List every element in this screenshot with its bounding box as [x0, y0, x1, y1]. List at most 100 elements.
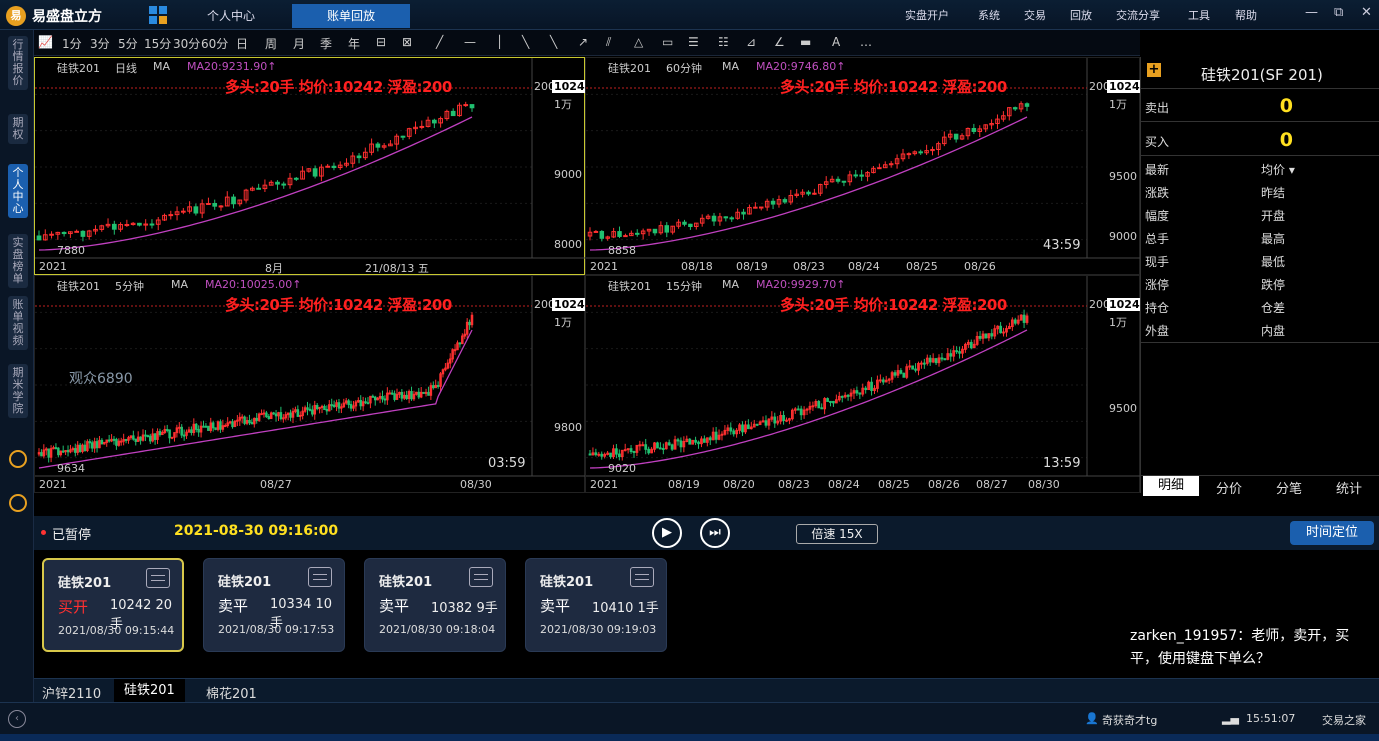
tab-bill-replay[interactable]: 账单回放 [292, 4, 410, 28]
comment-icon[interactable] [146, 568, 170, 588]
step-forward-icon[interactable]: ⏭ [700, 518, 730, 548]
menu-help[interactable]: 帮助 [1235, 7, 1257, 23]
side-tab-options[interactable]: 期权 [8, 114, 28, 144]
parallel-icon[interactable]: ⫽ [606, 35, 611, 50]
x-tick: 08/23 [793, 260, 825, 273]
period-year[interactable]: 年 [348, 35, 360, 52]
period-1m[interactable]: 1分 [62, 35, 82, 52]
side-tab-ranking[interactable]: 实盘榜单 [8, 234, 28, 288]
fibonacci-icon[interactable]: ☰ [688, 35, 699, 49]
time-locate-button[interactable]: 时间定位 [1290, 521, 1374, 545]
candle-body [741, 211, 746, 215]
vertical-line-icon[interactable]: │ [496, 35, 503, 49]
kline-chart-3[interactable]: 硅铁201 5分钟 MA MA20:10025.00↑ 多头:20手 均价:10242 … [34, 275, 595, 493]
close-button[interactable]: ✕ [1361, 5, 1372, 20]
candle-body [832, 400, 835, 404]
period-3m[interactable]: 3分 [90, 35, 110, 52]
play-icon[interactable]: ▶ [652, 518, 682, 548]
home-link[interactable]: 交易之家 [1322, 712, 1366, 728]
menu-replay[interactable]: 回放 [1070, 7, 1092, 23]
custom-period-icon[interactable]: ⊟ [376, 35, 386, 49]
ma-selector[interactable]: MA [171, 278, 188, 291]
comment-icon[interactable] [630, 567, 654, 587]
tab-ticks[interactable]: 分笔 [1261, 478, 1317, 497]
period-month[interactable]: 月 [293, 35, 305, 52]
maximize-button[interactable]: ⧉ [1334, 5, 1343, 20]
apps-grid-icon[interactable] [149, 6, 167, 24]
candle-body [711, 215, 717, 222]
minimize-button[interactable]: — [1305, 5, 1318, 20]
period-5m[interactable]: 5分 [118, 35, 138, 52]
add-icon[interactable]: + [1147, 63, 1161, 77]
triangle-icon[interactable]: △ [634, 35, 643, 49]
kline-chart-1[interactable]: 硅铁201 日线 MA MA20:9231.90↑ 多头:20手 均价:10242 浮盈… [34, 57, 595, 275]
contract-tab-cotton[interactable]: 棉花201 [206, 683, 257, 702]
ma-selector[interactable]: MA [722, 60, 739, 73]
contract-tab-zinc[interactable]: 沪锌2110 [42, 683, 101, 702]
trade-card[interactable]: 硅铁201 卖平 10410 1手 2021/08/30 09:19:03 [525, 558, 667, 652]
menu-system[interactable]: 系统 [978, 7, 1000, 23]
contract-tab-ferrosilicon[interactable]: 硅铁201 [114, 679, 185, 703]
trade-card[interactable]: 硅铁201 卖平 10382 9手 2021/08/30 09:18:04 [364, 558, 506, 652]
tab-statistics[interactable]: 统计 [1321, 478, 1377, 497]
ray-icon[interactable]: ╲ [522, 35, 529, 49]
comment-icon[interactable] [308, 567, 332, 587]
text-tool-icon[interactable]: A [832, 35, 840, 49]
rectangle-icon[interactable]: ▭ [662, 35, 673, 49]
fan-icon[interactable]: ⊿ [746, 35, 756, 49]
arrow-icon[interactable]: ↗ [578, 35, 588, 49]
menu-tools[interactable]: 工具 [1188, 7, 1210, 23]
quote-field-label[interactable]: 均价 ▾ [1261, 161, 1295, 178]
period-15m[interactable]: 15分 [144, 35, 171, 52]
period-day[interactable]: 日 [236, 35, 248, 52]
x-tick: 08/23 [778, 478, 810, 491]
record-icon[interactable] [9, 450, 27, 468]
line-chart-icon[interactable]: 📈 [38, 35, 53, 49]
trade-contract: 硅铁201 [379, 575, 433, 590]
menu-share[interactable]: 交流分享 [1116, 7, 1160, 23]
indicator-icon[interactable]: ⊠ [402, 35, 412, 49]
ruler-icon[interactable]: ▬ [800, 35, 811, 49]
ma-selector[interactable]: MA [153, 60, 170, 73]
more-icon[interactable]: … [860, 35, 872, 49]
candle-body [878, 379, 882, 382]
horizontal-line-icon[interactable]: — [464, 35, 476, 49]
ma-selector[interactable]: MA [722, 278, 739, 291]
candle-body [770, 200, 776, 205]
candle-body [729, 427, 733, 432]
candle-body [893, 372, 897, 376]
draw-line-icon[interactable]: ╱ [436, 35, 443, 49]
axis-wan: 1万 [554, 316, 572, 329]
tab-price-volume[interactable]: 分价 [1201, 478, 1257, 497]
trade-card[interactable]: 硅铁201 买开 10242 20手 2021/08/30 09:15:44 [42, 558, 184, 652]
gann-icon[interactable]: ☷ [718, 35, 729, 49]
period-30m[interactable]: 30分 [173, 35, 200, 52]
candle-body [846, 394, 850, 397]
side-tab-academy[interactable]: 期米学院 [8, 364, 28, 418]
collapse-icon[interactable]: ‹ [8, 710, 26, 728]
tab-detail[interactable]: 明细 [1143, 476, 1199, 496]
speed-button[interactable]: 倍速 15X [796, 524, 878, 544]
menu-trade[interactable]: 交易 [1024, 7, 1046, 23]
comment-icon[interactable] [469, 567, 493, 587]
menu-open-account[interactable]: 实盘开户 [905, 7, 949, 23]
candle-body [231, 196, 236, 205]
contract-tabs: 沪锌2110 硅铁201 棉花201 [34, 678, 1379, 703]
tab-personal-center[interactable]: 个人中心 [176, 4, 286, 28]
bar-countdown: 43:59 [1043, 238, 1081, 253]
angle-icon[interactable]: ∠ [774, 35, 785, 49]
candle-body [679, 440, 683, 448]
trade-card[interactable]: 硅铁201 卖平 10334 10手 2021/08/30 09:17:53 [203, 558, 345, 652]
side-tab-quotes[interactable]: 行情报价 [8, 36, 28, 90]
side-tab-bill-video[interactable]: 账单视频 [8, 296, 28, 350]
candle-body [325, 408, 329, 412]
period-week[interactable]: 周 [265, 35, 277, 52]
period-quarter[interactable]: 季 [320, 35, 332, 52]
kline-chart-2[interactable]: 硅铁201 60分钟 MA MA20:9746.80↑ 多头:20手 均价:10242 … [585, 57, 1150, 275]
period-60m[interactable]: 60分 [201, 35, 228, 52]
kline-chart-4[interactable]: 硅铁201 15分钟 MA MA20:9929.70↑ 多头:20手 均价:10242 … [585, 275, 1150, 493]
quote-field-label: 最低 [1261, 255, 1286, 269]
side-tab-personal-center[interactable]: 个人中心 [8, 164, 28, 218]
live-icon[interactable] [9, 494, 27, 512]
segment-icon[interactable]: ╲ [550, 35, 557, 49]
